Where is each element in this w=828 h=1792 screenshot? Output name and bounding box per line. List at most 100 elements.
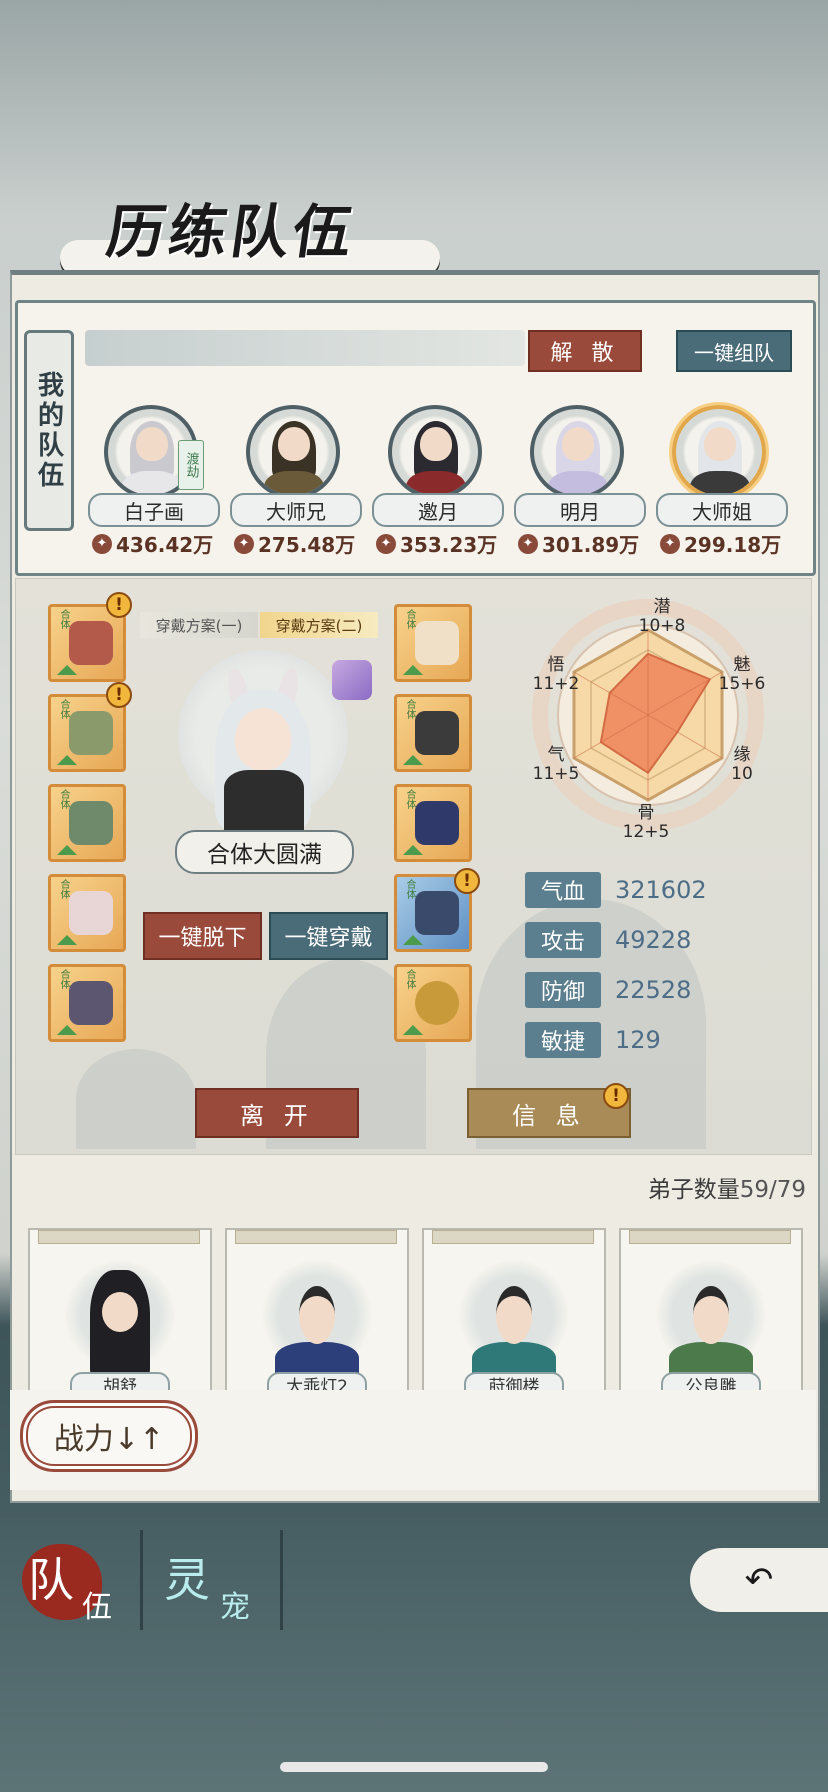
boots-icon — [69, 981, 113, 1025]
equip-stage-label: 合体 — [58, 609, 69, 629]
attr-name: 悟 — [547, 655, 565, 675]
equip-slot-artifact[interactable]: 合体 — [48, 784, 126, 862]
tab-plan-1[interactable]: 穿戴方案(一) — [140, 612, 258, 638]
disciple-card[interactable]: 胡舒 — [28, 1228, 212, 1397]
equip-slot-bracer[interactable]: 合体 — [394, 784, 472, 862]
power-icon: ✦ — [234, 533, 254, 554]
disciple-face — [102, 1292, 138, 1332]
tab-pet-main: 灵 — [164, 1553, 210, 1607]
avatar-selected — [672, 405, 766, 499]
attr-wu: 悟 11+2 — [526, 656, 586, 694]
tab-pet-sub: 宠 — [220, 1590, 250, 1625]
cauldron-icon — [69, 711, 113, 755]
attr-qian: 潜 10+8 — [632, 598, 692, 636]
team-member-3[interactable]: 邀月 ✦ 353.23万 — [372, 405, 504, 557]
member-name: 明月 — [514, 493, 646, 527]
take-off-all-button[interactable]: 一键脱下 — [143, 912, 262, 960]
attr-gu: 骨 12+5 — [616, 804, 676, 842]
equip-stage-label: 合体 — [58, 699, 69, 719]
tab-pet[interactable]: 灵 宠 — [150, 1528, 270, 1628]
disciple-face — [693, 1286, 729, 1344]
equip-slot-robe[interactable]: 合体 — [48, 874, 126, 952]
alert-icon: ! — [454, 868, 480, 894]
stat-row-agility: 敏捷 129 — [525, 1022, 661, 1058]
team-name-bar — [85, 330, 525, 366]
portrait-face — [235, 708, 291, 770]
stat-value: 321602 — [615, 876, 707, 904]
upgrade-arrow-icon — [403, 935, 423, 945]
attr-value: 11+5 — [532, 764, 580, 784]
cultivation-realm: 合体大圆满 — [175, 830, 354, 874]
mountain-decor — [76, 1049, 196, 1149]
wear-all-button[interactable]: 一键穿戴 — [269, 912, 388, 960]
attr-value: 15+6 — [718, 674, 766, 694]
equip-slot-ring[interactable]: 合体 — [394, 964, 472, 1042]
ring-icon — [415, 981, 459, 1025]
nav-divider — [140, 1530, 143, 1630]
realm-badge: 渡劫 — [178, 440, 204, 490]
disband-button[interactable]: 解 散 — [528, 330, 642, 372]
equip-slot-boots[interactable]: 合体 — [48, 964, 126, 1042]
back-button[interactable]: ↶ — [690, 1548, 828, 1612]
attr-value: 11+2 — [532, 674, 580, 694]
leave-button[interactable]: 离 开 — [195, 1088, 359, 1138]
power-icon: ✦ — [518, 533, 538, 554]
disciple-face — [496, 1286, 532, 1344]
upgrade-arrow-icon — [403, 845, 423, 855]
stat-label: 敏捷 — [525, 1022, 601, 1058]
belt-icon — [415, 891, 459, 935]
member-power-value: 353.23万 — [400, 533, 498, 557]
my-team-tag: 我的队伍 — [24, 330, 74, 531]
attr-value: 10+8 — [638, 616, 686, 636]
stat-value: 22528 — [615, 976, 692, 1004]
equip-slot-hairpin[interactable]: 合体 — [394, 604, 472, 682]
equip-stage-label: 合体 — [58, 969, 69, 989]
avatar — [246, 405, 340, 499]
alert-icon: ! — [106, 682, 132, 708]
power-icon: ✦ — [92, 533, 112, 554]
auto-team-button[interactable]: 一键组队 — [676, 330, 792, 372]
stat-value: 49228 — [615, 926, 692, 954]
upgrade-arrow-icon — [57, 845, 77, 855]
tab-team[interactable]: 队 伍 — [12, 1528, 132, 1628]
nav-divider — [280, 1530, 283, 1630]
sort-by-power-button[interactable]: 战力↓↑ — [20, 1400, 198, 1472]
home-indicator[interactable] — [280, 1762, 548, 1772]
member-name: 白子画 — [88, 493, 220, 527]
tab-plan-2[interactable]: 穿戴方案(二) — [260, 612, 378, 638]
upgrade-arrow-icon — [57, 935, 77, 945]
attr-name: 魅 — [733, 655, 751, 675]
attr-name: 潜 — [653, 597, 671, 617]
stat-row-attack: 攻击 49228 — [525, 922, 691, 958]
equip-stage-label: 合体 — [404, 969, 415, 989]
team-member-2[interactable]: 大师兄 ✦ 275.48万 — [230, 405, 362, 557]
equip-stage-label: 合体 — [404, 879, 415, 899]
attr-value: 12+5 — [622, 822, 670, 842]
disciple-card[interactable]: 大乖灯2 — [225, 1228, 409, 1397]
equip-stage-label: 合体 — [404, 789, 415, 809]
disciple-card[interactable]: 莳御楼 — [422, 1228, 606, 1397]
stat-value: 129 — [615, 1026, 661, 1054]
upgrade-arrow-icon — [57, 665, 77, 675]
back-arrow-icon: ↶ — [744, 1560, 774, 1600]
equip-stage-label: 合体 — [58, 879, 69, 899]
necklace-icon — [415, 711, 459, 755]
stat-label: 气血 — [525, 872, 601, 908]
team-member-4[interactable]: 明月 ✦ 301.89万 — [514, 405, 646, 558]
team-member-5[interactable]: 大师姐 ✦ 299.18万 — [656, 405, 788, 557]
stat-row-defense: 防御 22528 — [525, 972, 691, 1008]
disciple-card[interactable]: 公良雕 — [619, 1228, 803, 1397]
equip-stage-label: 合体 — [58, 789, 69, 809]
spirit-pet-icon[interactable] — [332, 660, 372, 700]
team-member-1[interactable]: 渡劫 白子画 ✦ 436.42万 — [88, 405, 220, 557]
member-name: 大师兄 — [230, 493, 362, 527]
upgrade-arrow-icon — [403, 1025, 423, 1035]
equip-stage-label: 合体 — [404, 699, 415, 719]
member-power: ✦ 301.89万 — [518, 529, 639, 558]
disciple-count-label: 弟子数量 — [647, 1177, 740, 1203]
tab-team-sub: 伍 — [82, 1590, 112, 1625]
alert-icon: ! — [106, 592, 132, 618]
card-header — [235, 1230, 397, 1244]
stat-label: 攻击 — [525, 922, 601, 958]
equip-slot-necklace[interactable]: 合体 — [394, 694, 472, 772]
